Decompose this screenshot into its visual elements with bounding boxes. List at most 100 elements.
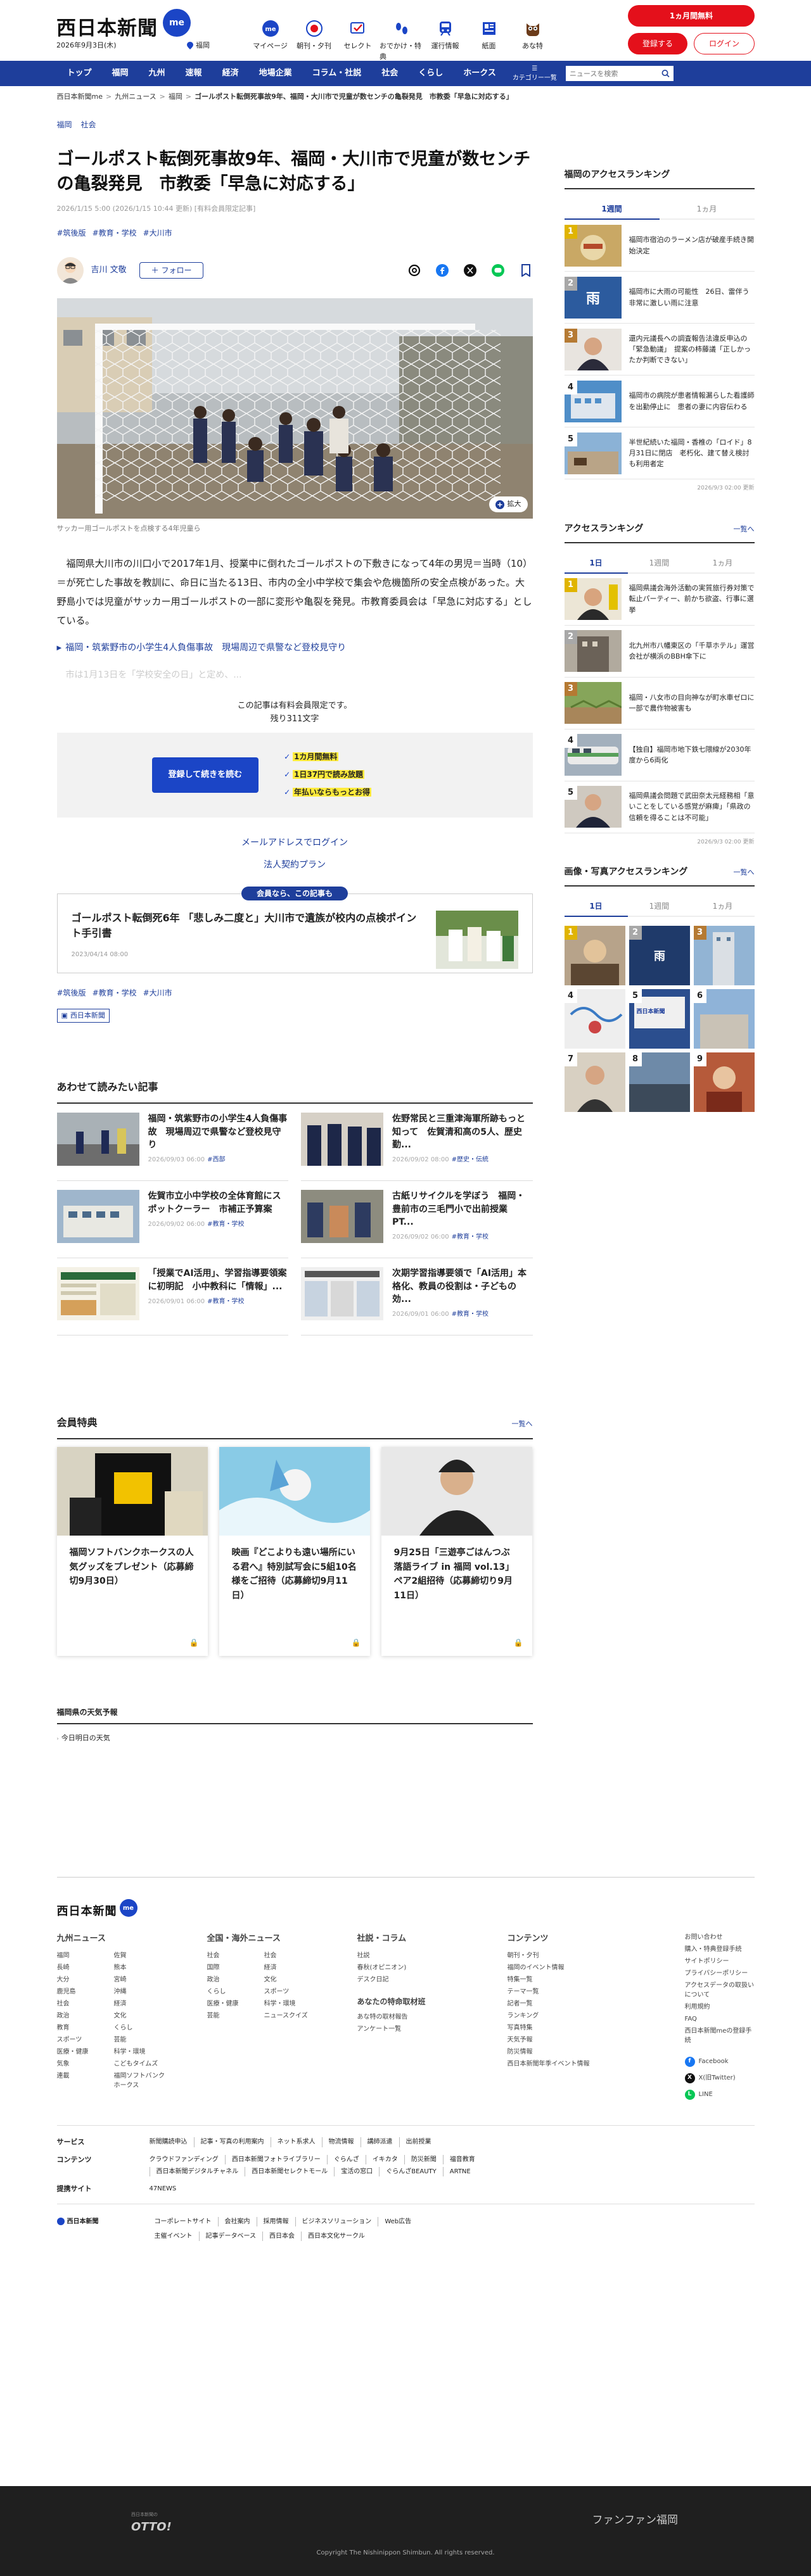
ranking-item[interactable]: 4 【独自】福岡市地下鉄七隈線が2030年度から6両化 — [564, 729, 755, 781]
weather-tab[interactable]: › 今日明日の天気 — [57, 1733, 533, 1744]
register-to-read-button[interactable]: 登録して続きを読む — [151, 757, 259, 793]
footer-link[interactable]: 社会 — [57, 1999, 114, 2009]
keyword-link[interactable]: #教育・学校 — [93, 227, 137, 239]
footer-link[interactable]: 福岡 — [57, 1951, 114, 1960]
author-name[interactable]: 吉川 文敬 — [91, 264, 127, 277]
footer-link[interactable]: 佐賀 — [114, 1951, 171, 1960]
footer-link[interactable]: 福音教育 — [442, 2155, 482, 2165]
footer-link[interactable]: 熊本 — [114, 1963, 171, 1973]
footer-link[interactable]: 沖縄 — [114, 1987, 171, 1997]
footer-link[interactable]: 社説 — [357, 1951, 508, 1960]
footer-link[interactable]: 西日本新聞デジタルチャネル — [149, 2167, 245, 2177]
photo-rank-item[interactable]: 1 — [564, 926, 625, 985]
x-twitter-icon[interactable] — [463, 263, 477, 277]
search-icon[interactable] — [661, 69, 670, 78]
corporate-logo[interactable]: 西日本新聞 — [56, 2217, 155, 2226]
tab-week[interactable]: 1週間 — [564, 199, 660, 220]
footer-link[interactable]: 西日本新聞フォトライブラリー — [224, 2155, 327, 2165]
footer-link[interactable]: こどもタイムズ — [114, 2059, 171, 2069]
gnav-top[interactable]: トップ — [57, 67, 102, 80]
keyword-link[interactable]: #大川市 — [143, 987, 172, 999]
footer-link[interactable]: 国際 — [207, 1963, 264, 1973]
breadcrumb-item[interactable]: 福岡 — [169, 92, 182, 103]
benefit-card[interactable]: 映画『どこよりも遠い場所にいる君へ』特別試写会に5組10名様をご招待（応募締切9… — [219, 1447, 370, 1656]
footer-link[interactable]: 宮崎 — [114, 1975, 171, 1985]
gnav-kyushu[interactable]: 九州 — [139, 67, 176, 80]
footer-link[interactable]: 気象 — [57, 2059, 114, 2069]
footer-corp-link[interactable]: 記事データベース — [198, 2231, 263, 2241]
benefits-more-link[interactable]: 一覧へ — [512, 1415, 533, 1430]
footer-link[interactable]: FAQ — [685, 2014, 755, 2024]
footer-link[interactable]: サイトポリシー — [685, 1957, 755, 1966]
footer-link[interactable]: イキカタ — [365, 2155, 404, 2165]
footer-link[interactable]: スポーツ — [57, 2035, 114, 2045]
footer-link[interactable]: 科学・環境 — [114, 2047, 171, 2057]
footer-link[interactable]: 経済 — [114, 1999, 171, 2009]
footer-corp-link[interactable]: ビジネスソリューション — [295, 2216, 378, 2226]
footer-link[interactable]: 物流情報 — [321, 2137, 361, 2148]
photo-rank-item[interactable]: 3 — [693, 926, 755, 985]
category-menu-button[interactable]: ☰ カテゴリー一覧 — [513, 64, 557, 83]
facebook-icon[interactable] — [435, 263, 449, 277]
nav-traffic[interactable]: 運行情報 — [423, 19, 467, 62]
gnav-column[interactable]: コラム・社説 — [302, 67, 372, 80]
ranking-item[interactable]: 3 福岡・八女市の目向神なが町水車ゼロに 一部で農作物被害も — [564, 678, 762, 729]
footer-link[interactable]: ARTNE — [442, 2167, 477, 2177]
email-login-link[interactable]: メールアドレスでログイン — [57, 837, 533, 850]
zoom-button[interactable]: 拡大 — [489, 496, 528, 512]
nav-newspaper[interactable]: 朝刊・夕刊 — [292, 19, 336, 62]
footer-link[interactable]: くらし — [207, 1987, 264, 1997]
footer-link[interactable]: 長崎 — [57, 1963, 114, 1973]
footer-link[interactable]: 経済 — [264, 1963, 321, 1973]
ranking-item[interactable]: 4 福岡市の病院が患者情報漏らした看護師を出勤停止に 患者の妻に内容伝わる — [564, 376, 755, 427]
footer-link[interactable]: 医療・健康 — [207, 1999, 264, 2009]
ranking-item[interactable]: 5 福岡県議会問題で武田奈太元経務相「意いことをしている感覚が麻痺」「県政の信頼… — [564, 781, 755, 833]
footer-link[interactable]: 大分 — [57, 1975, 114, 1985]
footer-link[interactable]: くらし — [114, 2023, 171, 2033]
footer-link[interactable]: 購入・特典登録手続 — [685, 1945, 755, 1954]
gnav-breaking[interactable]: 速報 — [176, 67, 212, 80]
footer-link[interactable]: 記事・写真の利用案内 — [193, 2137, 271, 2148]
search-input[interactable] — [569, 69, 662, 78]
footer-corp-link[interactable]: Web広告 — [378, 2216, 418, 2226]
ranking-item[interactable]: 1 福岡県議会海外活動の実質旅行券対策で転止パーティー、前かち欲盗、行事に選挙 — [564, 574, 755, 626]
footer-link[interactable]: 社会 — [264, 1951, 321, 1960]
footer-link[interactable]: 西日本新聞セレクトモール — [245, 2167, 334, 2177]
related-item[interactable]: 「授業でAI活用」、学習指導要領案に初明記 小中教科に「情報」... 2026/… — [56, 1258, 288, 1336]
footer-corp-link[interactable]: 西日本会 — [262, 2231, 301, 2241]
photo-rank-item[interactable]: 雨2 — [629, 926, 690, 985]
tab-month[interactable]: 1ヵ月 — [659, 199, 755, 220]
tab-month[interactable]: 1ヵ月 — [691, 553, 755, 574]
footer-link[interactable]: 文化 — [114, 2011, 171, 2021]
keyword-link[interactable]: #教育・学校 — [93, 987, 137, 999]
footer-link[interactable]: 宝活の窓口 — [334, 2167, 379, 2177]
footer-link[interactable]: 天気予報 — [508, 2035, 658, 2045]
photo-rank-item[interactable]: 9 — [693, 1052, 755, 1112]
footer-link[interactable]: 芸能 — [207, 2011, 264, 2021]
tag-link[interactable]: 社会 — [81, 119, 96, 130]
access-ranking-more[interactable]: 一覧へ — [734, 522, 755, 536]
footer-link[interactable]: 写真特集 — [508, 2023, 658, 2033]
footer-corp-link[interactable]: 会社案内 — [217, 2216, 257, 2226]
gnav-local-business[interactable]: 地場企業 — [249, 67, 302, 80]
related-item[interactable]: 佐野常民と三重津海軍所跡もっと知って 佐賀清和高の5人、歴史勤... 2026/… — [301, 1104, 533, 1182]
footer-link[interactable]: ニュースクイズ — [264, 2011, 321, 2021]
footer-link[interactable]: 防災新聞 — [404, 2155, 443, 2165]
sns-facebook[interactable]: f Facebook — [684, 2056, 755, 2067]
footer-link[interactable]: 新聞購読申込 — [150, 2137, 194, 2148]
free-trial-button[interactable]: 1ヵ月間無料 — [628, 5, 755, 27]
nav-mypage[interactable]: me マイページ — [248, 19, 292, 62]
tag-link[interactable]: 福岡 — [57, 119, 72, 130]
tab-day[interactable]: 1日 — [564, 553, 628, 574]
benefit-card[interactable]: 福岡ソフトバンクホークスの人気グッズをプレゼント（応募締切9月30日） 🔒 — [56, 1447, 208, 1656]
footer-link[interactable]: 朝刊・夕刊 — [508, 1951, 658, 1960]
footer-link[interactable]: 政治 — [207, 1975, 264, 1985]
footer-link[interactable]: お問い合わせ — [685, 1933, 755, 1942]
nav-anatoku[interactable]: あな特 — [511, 19, 554, 62]
breadcrumb-item[interactable]: 九州ニュース — [115, 92, 156, 103]
footer-link[interactable]: 47NEWS — [150, 2184, 183, 2195]
gnav-economy[interactable]: 経済 — [212, 67, 249, 80]
bookmark-icon[interactable] — [519, 263, 533, 277]
footer-corp-link[interactable]: 西日本文化サークル — [301, 2231, 371, 2241]
tab-month[interactable]: 1ヵ月 — [691, 897, 755, 917]
